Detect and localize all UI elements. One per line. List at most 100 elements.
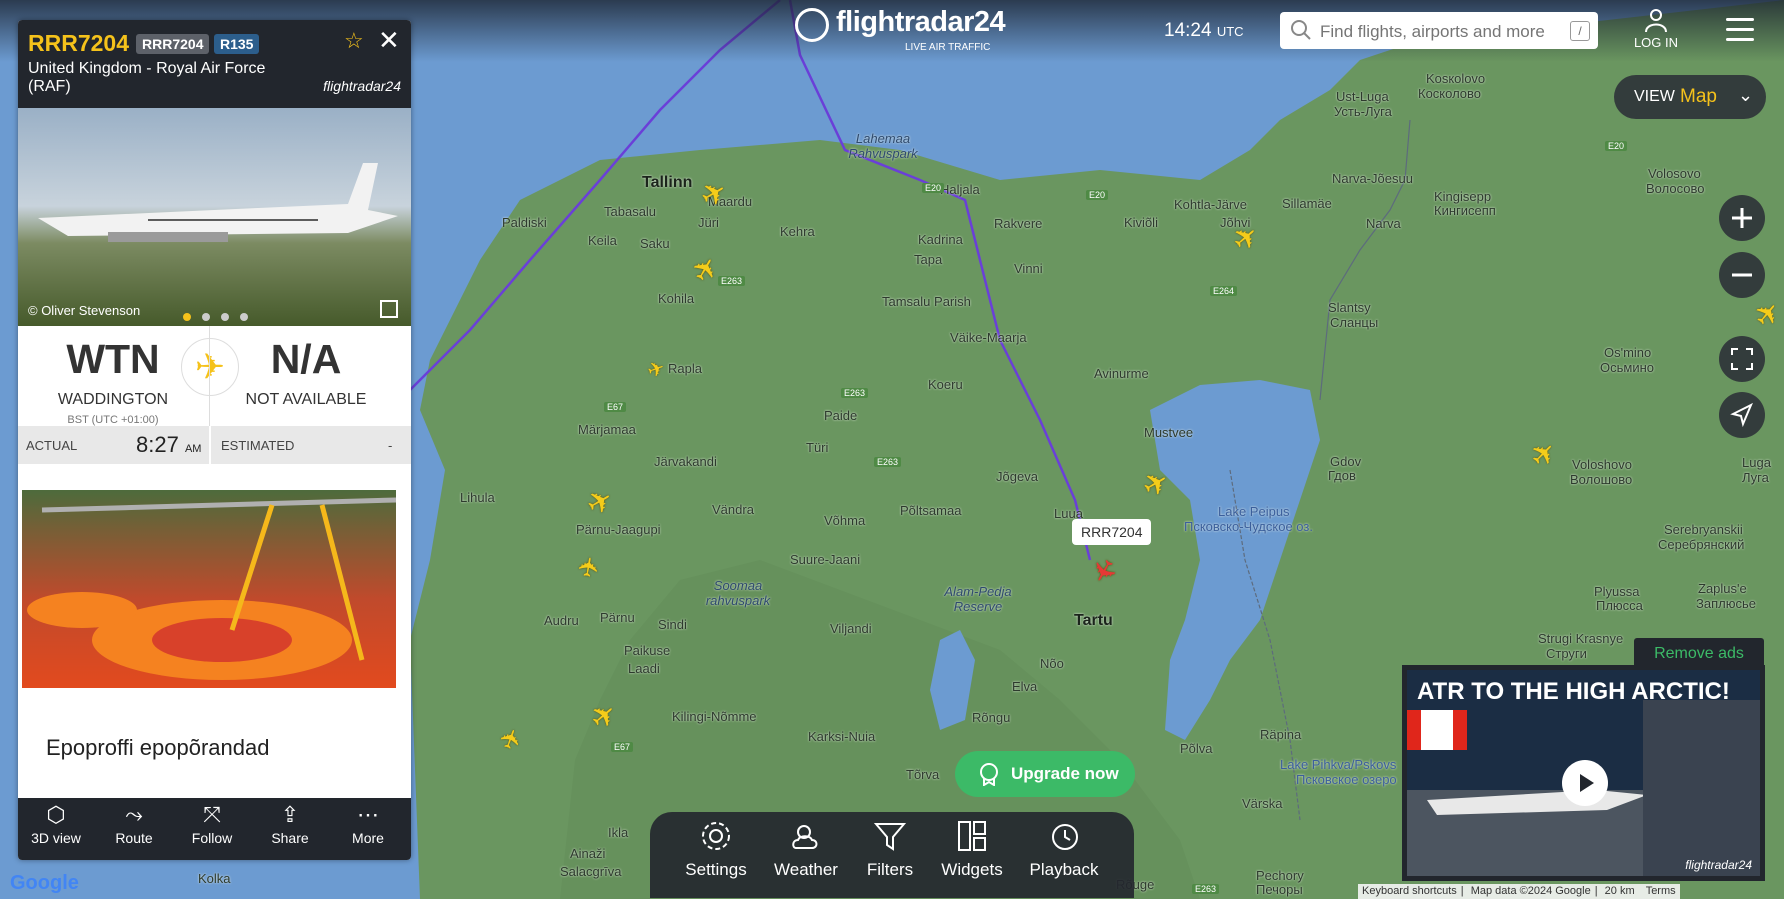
map-label-strugi: Strugi Krasnye: [1538, 631, 1624, 646]
upgrade-button[interactable]: Upgrade now: [955, 751, 1135, 797]
map-label-kingisepp: Kingisepp: [1434, 189, 1492, 204]
aircraft-type-tag[interactable]: R135: [214, 34, 260, 54]
fullscreen-button[interactable]: [1719, 336, 1765, 382]
map-label-rapla: Rapla: [668, 361, 702, 376]
aircraft-icon[interactable]: ✈: [572, 554, 605, 581]
flight-callsign: RRR7204: [28, 30, 129, 56]
route-icon: ⤳: [125, 802, 143, 827]
map-label-ikla: Ikla: [608, 825, 629, 840]
map-label-ust-luga-ru: Усть-Луга: [1334, 104, 1392, 119]
map-label-jogeva: Jõgeva: [996, 469, 1038, 484]
map-label-kohila: Kohila: [658, 291, 695, 306]
play-button[interactable]: [1562, 760, 1608, 806]
map-label-luga: Luga: [1742, 455, 1771, 470]
share-button[interactable]: ⇪ Share: [252, 802, 328, 846]
map-label-rongu: Rõngu: [972, 710, 1011, 725]
map-label-marjamaa: Märjamaa: [578, 422, 636, 437]
map-label-tartu: Tartu: [1074, 612, 1113, 629]
zoom-out-button[interactable]: [1719, 252, 1765, 298]
map-label-kivioli: Kiviõli: [1124, 215, 1158, 230]
road-e20: E20: [1605, 141, 1628, 151]
map-label-gdov-ru: Гдов: [1328, 468, 1356, 483]
map-label-vandra: Vändra: [712, 502, 754, 517]
map-label-haljala: Haljala: [940, 182, 980, 197]
map-attribution: Keyboard shortcuts | Map data ©2024 Googl…: [1358, 884, 1680, 899]
map-label-torva: Tõrva: [906, 767, 940, 782]
star-icon[interactable]: ☆: [344, 28, 364, 54]
zoom-in-button[interactable]: [1719, 195, 1765, 241]
road-e20: E20: [1086, 190, 1109, 200]
cube-icon: ⬡: [46, 802, 66, 827]
search-input[interactable]: [1318, 12, 1562, 51]
estimated-value: -: [388, 438, 393, 453]
video-ad-brand: flightradar24: [1685, 858, 1752, 872]
map-label-paldiski: Paldiski: [502, 215, 547, 230]
map-label-vinni: Vinni: [1014, 261, 1043, 276]
more-button[interactable]: ⋯ More: [330, 802, 406, 846]
map-label-lake-peipus-ru: Псковско-Чудское оз.: [1184, 519, 1313, 534]
widgets-icon: [958, 821, 986, 851]
video-ad[interactable]: ATR TO THE HIGH ARCTIC! flightradar24: [1402, 665, 1765, 881]
filters-button[interactable]: Filters: [850, 823, 930, 880]
map-label-osmino: Os'mino: [1604, 345, 1652, 360]
external-link-icon[interactable]: [380, 300, 398, 318]
settings-button[interactable]: Settings: [676, 822, 756, 880]
map-label-pechory-ru: Печоры: [1256, 882, 1303, 897]
keyboard-shortcuts-link[interactable]: Keyboard shortcuts: [1362, 885, 1457, 897]
map-label-osmino-ru: Осьмино: [1600, 360, 1654, 375]
follow-button[interactable]: ⤧ Follow: [174, 802, 250, 846]
utc-clock: 14:24 UTC: [1164, 20, 1244, 42]
weather-button[interactable]: Weather: [766, 825, 846, 880]
map-label-sillamae: Sillamäe: [1282, 196, 1332, 211]
map-label-zaplyuse: Zaplus'e: [1698, 581, 1747, 596]
close-icon[interactable]: ✕: [378, 25, 400, 56]
origin-code[interactable]: WTN: [18, 336, 208, 383]
actual-time-value: 8:27: [136, 432, 179, 457]
map-label-audru: Audru: [544, 613, 579, 628]
hamburger-menu-icon[interactable]: [1726, 18, 1754, 48]
view-selector[interactable]: VIEW Map ⌄: [1614, 75, 1766, 119]
road-e20: E20: [922, 183, 945, 193]
playback-button[interactable]: Playback: [1024, 824, 1104, 880]
map-label-parnu-jaagupi: Pärnu-Jaagupi: [576, 522, 661, 537]
selected-flight-label[interactable]: RRR7204: [1072, 519, 1152, 545]
login-button[interactable]: LOG IN: [1630, 8, 1682, 50]
flight-details-panel: RRR7204 RRR7204 R135 United Kingdom - Ro…: [18, 20, 411, 860]
widgets-button[interactable]: Widgets: [932, 821, 1012, 880]
aircraft-photo-art: [38, 163, 398, 242]
map-label-kingisepp-ru: Кингисепп: [1434, 203, 1496, 218]
aircraft-photo[interactable]: © Oliver Stevenson: [18, 108, 411, 326]
google-logo: Google: [10, 872, 79, 894]
photo-carousel-dots[interactable]: [183, 308, 259, 326]
map-label-soomaa: Soomaa rahvuspark: [705, 578, 771, 608]
route-button[interactable]: ⤳ Route: [96, 802, 172, 846]
map-label-ust-luga: Ust-Luga: [1336, 89, 1389, 104]
login-label: LOG IN: [1633, 35, 1679, 50]
advertisement[interactable]: Epoproffi epopõrandad: [22, 490, 397, 830]
map-label-volosovo: Volosovo: [1648, 166, 1701, 181]
clock-zone: UTC: [1216, 24, 1244, 39]
minus-icon: [1732, 273, 1752, 277]
view-value: Map: [1680, 86, 1717, 107]
search-box[interactable]: /: [1280, 12, 1598, 51]
map-label-keila: Keila: [588, 233, 617, 248]
map-label-viljandi: Viljandi: [830, 621, 872, 636]
logo-radar-icon: [795, 8, 829, 42]
ad-image[interactable]: [22, 490, 397, 688]
locate-button[interactable]: [1719, 392, 1765, 438]
3d-view-button[interactable]: ⬡ 3D view: [18, 802, 94, 846]
map-label-kohtla: Kohtla-Järve: [1174, 197, 1247, 212]
logo[interactable]: flightradar24: [836, 6, 1006, 39]
destination-code: N/A: [270, 336, 342, 382]
photo-credit: © Oliver Stevenson: [28, 303, 141, 318]
map-label-tabasalu: Tabasalu: [604, 204, 657, 219]
map-label-lake-pihkva-ru: Псковское озеро: [1296, 772, 1397, 787]
map-label-lihula: Lihula: [460, 490, 495, 505]
terms-link[interactable]: Terms: [1646, 885, 1676, 897]
ad-title[interactable]: Epoproffi epopõrandad: [46, 735, 269, 761]
scale-bar: 20 km: [1604, 885, 1635, 897]
map-data-credit: Map data ©2024 Google: [1470, 885, 1591, 897]
map-label-salacgriva: Salacgrīva: [560, 864, 622, 879]
map-label-suure-jaani: Suure-Jaani: [790, 552, 861, 567]
map-label-luga-ru: Луга: [1742, 470, 1769, 485]
